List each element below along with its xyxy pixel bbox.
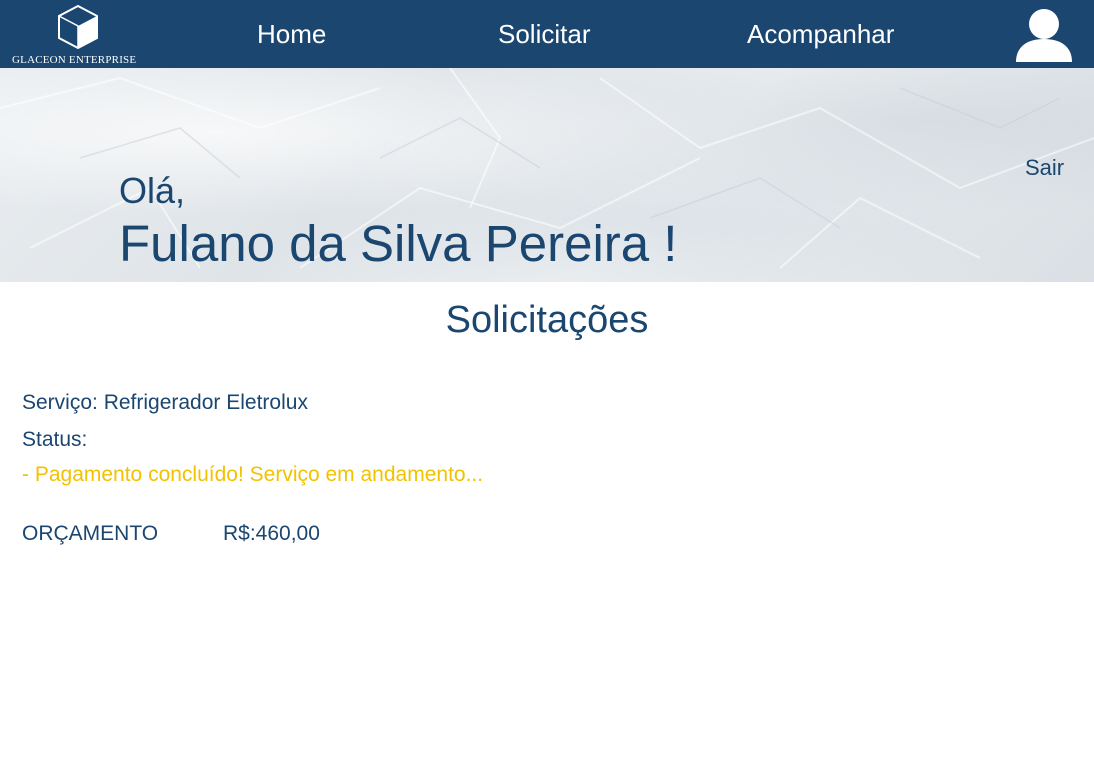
page-title: Solicitações xyxy=(445,299,649,341)
welcome-banner: Olá, Fulano da Silva Pereira ! Sair xyxy=(0,68,1094,282)
user-name-heading: Fulano da Silva Pereira ! xyxy=(119,215,678,272)
status-message: - Pagamento concluído! Serviço em andame… xyxy=(22,463,484,486)
budget-link[interactable]: ORÇAMENTO xyxy=(22,522,158,546)
budget-amount: R$:460,00 xyxy=(223,522,320,545)
nav-request[interactable]: Solicitar xyxy=(498,19,590,50)
nav-home[interactable]: Home xyxy=(257,19,326,50)
greeting-text: Olá, xyxy=(119,170,186,211)
brand-logo[interactable]: GLACEON ENTERPRISE xyxy=(12,4,154,66)
brand-name: GLACEON ENTERPRISE xyxy=(12,54,137,66)
status-label: Status: xyxy=(22,428,88,451)
cube-icon xyxy=(58,4,98,50)
logout-link[interactable]: Sair xyxy=(1025,155,1064,181)
user-avatar-button[interactable] xyxy=(1014,4,1074,64)
nav-track[interactable]: Acompanhar xyxy=(747,19,894,50)
top-navbar: GLACEON ENTERPRISE Home Solicitar Acompa… xyxy=(0,0,1094,68)
service-name: Serviço: Refrigerador Eletrolux xyxy=(22,391,308,414)
user-icon xyxy=(1016,9,1072,62)
